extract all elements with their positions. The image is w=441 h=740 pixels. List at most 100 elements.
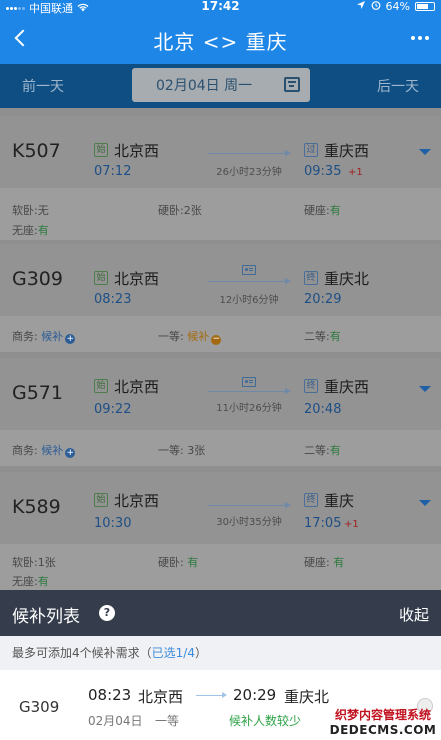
to-station: 重庆 [324,492,355,510]
seat-info: 无座:有 [12,575,49,588]
watermark-logo: 织梦内容管理系统 DEDECMS.COM [327,706,439,737]
origin-badge: 始 [94,379,108,393]
duration: 26小时23分钟 [216,167,282,178]
waitlist-arr-time: 20:29 [233,686,277,704]
train-card-main: K507 始 北京西 07:12 26小时23分钟 过 重庆西 09:35 +1 [0,116,441,188]
calendar-icon [284,77,300,92]
battery-icon [415,2,435,11]
seat-info: 一等: 3张 [158,444,206,457]
arrival-time: 17:05 [304,516,342,531]
train-number: K507 [12,140,61,162]
waitlist-train-number: G309 [19,698,60,716]
id-card-icon [242,265,256,275]
prev-day-button[interactable]: 前一天 [22,76,64,96]
alarm-icon [371,0,381,13]
arrival-time: 20:29 [304,292,342,307]
train-card[interactable]: K507 始 北京西 07:12 26小时23分钟 过 重庆西 09:35 +1… [0,116,441,240]
seat-info: 二等:有 [304,330,341,343]
seat-info: 硬座: 有 [304,556,345,569]
waitlist-title: 候补列表 [12,607,80,627]
train-number: G309 [12,268,63,290]
seat-info: 软卧:无 [12,204,49,217]
train-card[interactable]: G309 始 北京西 08:23 12小时6分钟 终 重庆北 20:29 商务:… [0,244,441,352]
location-icon [356,0,366,13]
route-arrow [208,278,291,284]
duration: 12小时6分钟 [219,295,279,306]
origin-badge: 始 [94,271,108,285]
train-card[interactable]: K589 始 北京西 10:30 30小时35分钟 终 重庆 17:05 +1 … [0,472,441,590]
from-station: 北京西 [114,378,160,396]
day-offset: +1 [348,167,363,178]
origin-badge: 始 [94,143,108,157]
terminal-badge: 终 [304,493,318,507]
waitlist-date: 02月04日 [88,714,143,728]
next-day-button[interactable]: 后一天 [377,76,419,96]
seat-info: 商务: 候补 + [12,444,76,458]
expand-chevron-icon[interactable] [419,500,431,506]
selected-count: 已选1/4 [151,646,195,660]
seat-info: 无座:有 [12,224,49,237]
seat-info: 硬卧: 有 [158,556,199,569]
duration: 30小时35分钟 [216,517,282,528]
date-nav-bar: 前一天 02月04日 周一 后一天 [0,64,441,108]
date-picker[interactable]: 02月04日 周一 [132,68,310,102]
arrival-time: 09:35 [304,164,342,179]
to-station: 重庆西 [324,142,370,160]
waitlist-class: 一等 [155,714,180,728]
to-station: 重庆西 [324,378,370,396]
seat-info: 软卧:1张 [12,556,56,569]
waitlist-dep-time: 08:23 [88,686,132,704]
battery-percent: 64% [385,0,410,13]
from-station: 北京西 [114,142,160,160]
expand-chevron-icon[interactable] [419,149,431,155]
seat-info: 一等: 候补 − [158,330,222,345]
status-right: 64% [356,0,435,13]
date-label: 02月04日 周一 [156,78,253,94]
departure-time: 10:30 [94,516,132,531]
train-card[interactable]: G571 始 北京西 09:22 11小时26分钟 终 重庆西 20:48 商务… [0,358,441,466]
day-offset: +1 [344,519,359,530]
route-arrow [208,388,291,394]
id-card-icon [242,377,256,387]
add-waitlist-icon[interactable]: + [65,448,76,458]
waitlist-arr-station: 重庆北 [284,688,330,706]
waitlist-hint: 最多可添加4个候补需求（已选1/4） [0,636,441,670]
pass-badge: 过 [304,143,318,157]
more-menu-button[interactable] [407,28,433,48]
train-card-main: G571 始 北京西 09:22 11小时26分钟 终 重庆西 20:48 [0,358,441,430]
train-card-main: G309 始 北京西 08:23 12小时6分钟 终 重庆北 20:29 [0,244,441,316]
from-station: 北京西 [114,492,160,510]
seat-info: 二等:有 [304,444,341,457]
remove-waitlist-icon[interactable]: − [211,335,222,345]
app-header: 中国联通 17:42 64% 北京 <> 重庆 [0,0,441,64]
origin-badge: 始 [94,493,108,507]
waitlist-item[interactable]: G309 08:23 北京西 20:29 重庆北 02月04日 一等 候补人数较… [0,670,441,740]
waitlist-dep-station: 北京西 [138,688,184,706]
from-station: 北京西 [114,270,160,288]
seat-info: 硬座:有 [304,204,341,217]
nav-header: 北京 <> 重庆 [0,18,441,62]
waitlist-header: 候补列表 ? 收起 [0,590,441,636]
to-station: 重庆北 [324,270,370,288]
help-icon[interactable]: ? [99,605,115,621]
status-bar: 中国联通 17:42 64% [0,0,441,15]
route-arrow [208,502,291,508]
departure-time: 08:23 [94,292,132,307]
train-number: G571 [12,382,63,404]
seat-info: 硬卧:2张 [158,204,202,217]
watermark-line2: DEDECMS.COM [329,723,437,737]
collapse-button[interactable]: 收起 [399,604,429,625]
watermark-line1: 织梦内容管理系统 [334,708,431,722]
train-card-main: K589 始 北京西 10:30 30小时35分钟 终 重庆 17:05 +1 [0,472,441,544]
add-waitlist-icon[interactable]: + [65,334,76,344]
terminal-badge: 终 [304,379,318,393]
departure-time: 09:22 [94,402,132,417]
duration: 11小时26分钟 [216,403,282,414]
page-title: 北京 <> 重庆 [153,30,288,54]
waitlist-status: 候补人数较少 [229,714,302,728]
expand-chevron-icon[interactable] [419,386,431,392]
waitlist-route-arrow [196,692,227,698]
departure-time: 07:12 [94,164,132,179]
seat-info: 商务: 候补 + [12,330,76,344]
terminal-badge: 终 [304,271,318,285]
